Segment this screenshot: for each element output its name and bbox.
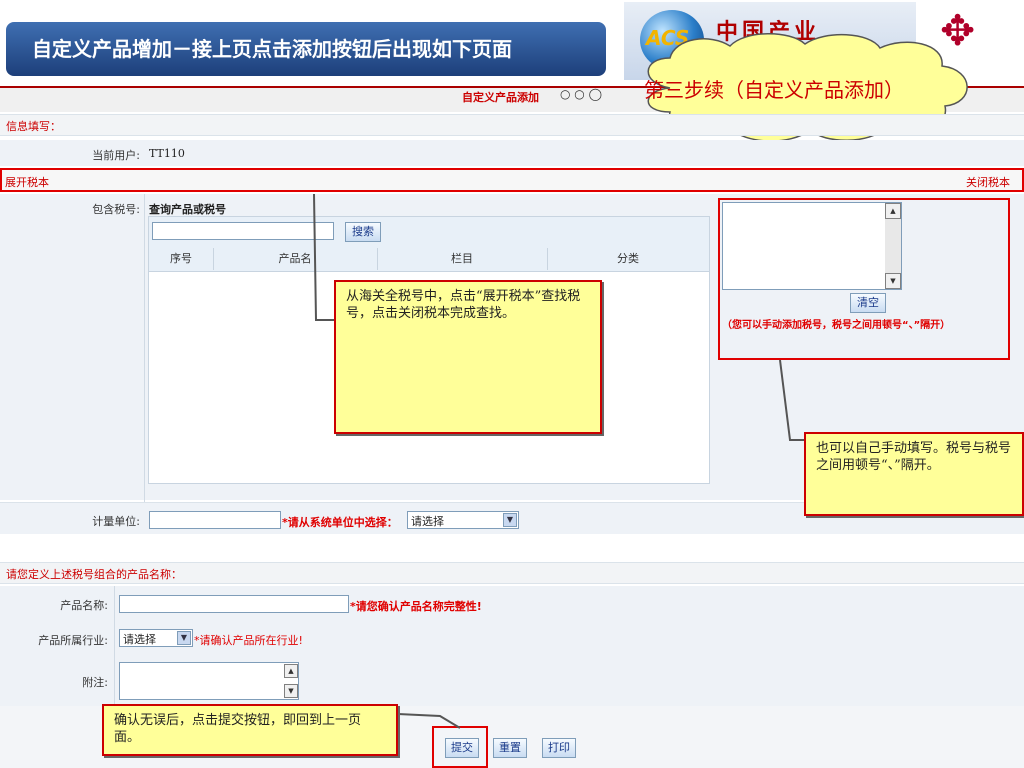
callout-expand-tax: 从海关全税号中，点击“展开税本”查找税号，点击关闭税本完成查找。 (334, 280, 602, 434)
callout-manual-input: 也可以自己手动填写。税号与税号之间用顿号“、”隔开。 (804, 432, 1024, 516)
callout-submit: 确认无误后，点击提交按钮，即回到上一页面。 (102, 704, 398, 756)
